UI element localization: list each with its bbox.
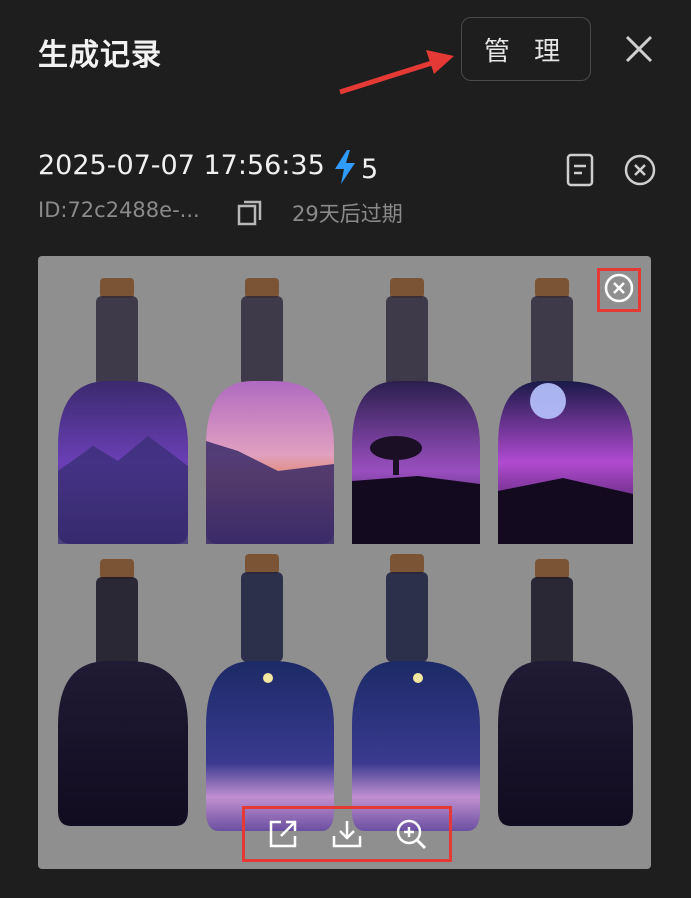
manage-button[interactable]: 管 理 (461, 17, 591, 81)
page-title: 生成记录 (38, 38, 162, 73)
copy-icon[interactable] (236, 199, 264, 227)
record-timestamp: 2025-07-07 17:56:35 (38, 150, 325, 181)
credit-badge: 5 (333, 150, 378, 188)
record-id: ID:72c2488e-... (38, 198, 200, 222)
bottles-image (58, 278, 633, 831)
generated-image[interactable] (38, 256, 651, 869)
credit-count: 5 (361, 153, 379, 185)
expiry-text: 29天后过期 (292, 202, 403, 226)
image-delete-button[interactable] (597, 268, 641, 312)
close-icon[interactable] (620, 30, 658, 68)
share-icon[interactable] (265, 816, 301, 852)
document-icon[interactable] (566, 153, 594, 187)
image-toolbar (242, 806, 452, 862)
close-circle-icon (604, 273, 634, 307)
annotation-arrow (339, 50, 454, 95)
remove-record-icon[interactable] (624, 154, 656, 186)
zoom-in-icon[interactable] (393, 816, 429, 852)
lightning-icon (333, 150, 357, 188)
download-icon[interactable] (329, 816, 365, 852)
